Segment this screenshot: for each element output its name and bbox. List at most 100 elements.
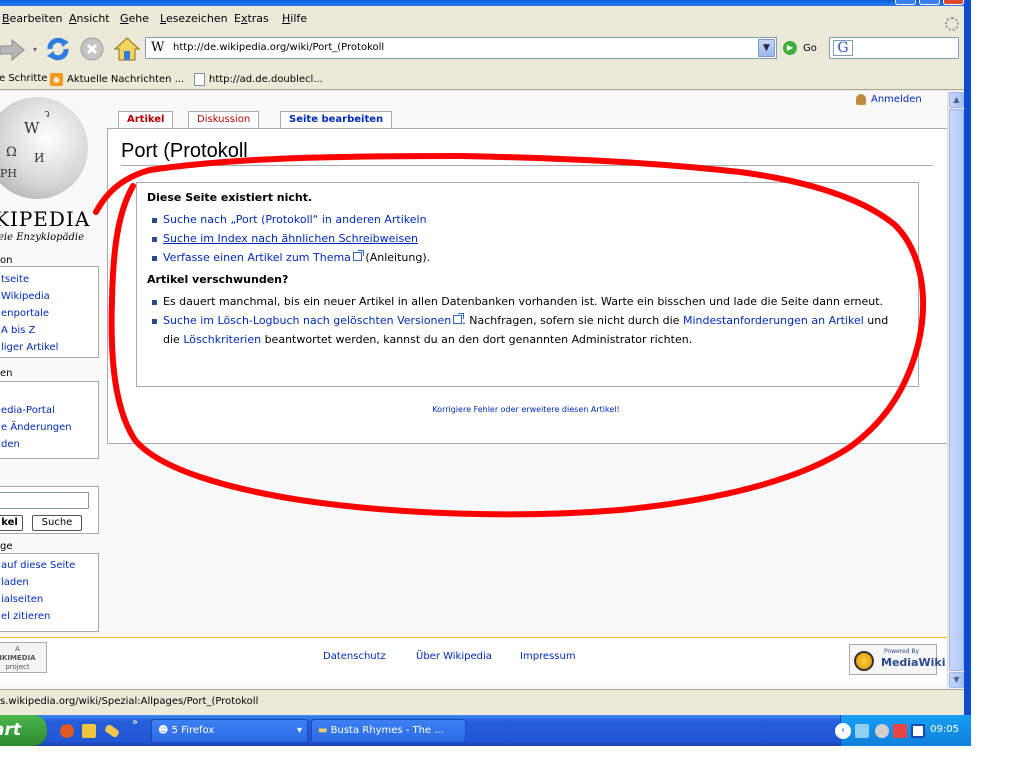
tab-diskussion[interactable]: Diskussion: [188, 111, 260, 128]
quicklaunch-more-chevron-icon[interactable]: »: [132, 717, 138, 728]
taskbar-item-firefox[interactable]: ☻ 5 Firefox ▾: [151, 719, 308, 743]
reload-icon[interactable]: [44, 35, 72, 63]
menu-hilfe[interactable]: Hilfe: [282, 12, 307, 25]
nav-link-hauptseite[interactable]: tseite: [0, 271, 98, 288]
bookmark-erste-schritte[interactable]: e Schritte: [0, 73, 47, 84]
list-item: Suche im Index nach ähnlichen Schreibwei…: [147, 229, 908, 248]
sidebar-search-portlet: kel Suche: [0, 486, 99, 534]
external-link-icon: [352, 250, 364, 261]
tool-link-artikel-zitieren[interactable]: el zitieren: [0, 608, 98, 625]
system-tray: ‹ 09:05: [835, 715, 971, 746]
close-button[interactable]: [943, 0, 964, 5]
minimum-requirements-link[interactable]: Mindestanforderungen an Artikel: [683, 314, 864, 327]
nav-link-letzte-aenderungen[interactable]: e Änderungen: [0, 419, 98, 436]
firefox-window: Bearbeiten Ansicht Gehe Lesezeichen Extr…: [0, 0, 971, 715]
tray-collapse-arrow-icon[interactable]: ‹: [835, 723, 851, 739]
artikel-button[interactable]: kel: [0, 515, 23, 531]
menu-lesezeichen[interactable]: Lesezeichen: [160, 12, 228, 25]
list-item: Es dauert manchmal, bis ein neuer Artike…: [147, 292, 908, 311]
vertical-scrollbar[interactable]: ▲ ▼: [947, 91, 964, 689]
sidebar-search-input[interactable]: [0, 492, 89, 509]
bookmark-aktuelle-nachrichten[interactable]: ◉ Aktuelle Nachrichten ...: [50, 73, 184, 86]
stop-icon[interactable]: [79, 36, 105, 62]
menu-ansicht[interactable]: Ansicht: [69, 12, 110, 25]
tab-label: Artikel: [127, 114, 165, 125]
tool-link-hochladen[interactable]: laden: [0, 574, 98, 591]
wait-text: Es dauert manchmal, bis ein neuer Artike…: [163, 295, 884, 308]
create-article-link[interactable]: Verfasse einen Artikel zum Thema: [163, 251, 351, 264]
nav-link-ueber-wikipedia[interactable]: Wikipedia: [0, 288, 98, 305]
login-link[interactable]: Anmelden: [856, 94, 922, 105]
menu-gehe[interactable]: Gehe: [120, 12, 149, 25]
search-other-articles-link[interactable]: Suche nach „Port (Protokoll“ in anderen …: [163, 213, 427, 226]
firefox-task-icon: ☻: [158, 725, 172, 736]
volume-tray-icon[interactable]: [875, 724, 889, 738]
menu-bearbeiten[interactable]: Bearbeiten: [2, 12, 62, 25]
wikimedia-project-logo[interactable]: A IKIMEDIA project: [0, 642, 47, 673]
wm-logo-mark: A: [15, 645, 20, 653]
start-button[interactable]: art: [0, 715, 47, 746]
status-text: s.wikipedia.org/wiki/Spezial:Allpages/Po…: [0, 696, 259, 707]
bookmark-label: e Schritte: [0, 73, 48, 84]
folder-icon: ▬: [318, 725, 331, 736]
deletion-criteria-link[interactable]: Löschkriterien: [183, 333, 261, 346]
minimize-button[interactable]: [895, 0, 916, 5]
search-engine-field[interactable]: G: [829, 37, 959, 59]
vanished-list: Es dauert manchmal, bis ein neuer Artike…: [147, 292, 908, 349]
navigation-portlet: tseite Wikipedia enportale A bis Z liger…: [0, 266, 99, 358]
fix-errors-link[interactable]: Korrigiere Fehler oder erweitere diesen …: [108, 405, 944, 414]
deletion-log-link[interactable]: Suche im Lösch-Logbuch nach gelöschten V…: [163, 314, 451, 327]
network-tray-icon[interactable]: [855, 724, 869, 738]
nav-link-themenportale[interactable]: enportale: [0, 305, 98, 322]
vanished-title: Artikel verschwunden?: [147, 273, 289, 286]
vlc-quicklaunch-icon[interactable]: [82, 724, 96, 738]
scroll-up-arrow-icon[interactable]: ▲: [949, 92, 964, 108]
url-field[interactable]: W http://de.wikipedia.org/wiki/Port_(Pro…: [145, 37, 777, 59]
inquiry-text-3: beantwortet werden, kannst du an den dor…: [261, 333, 693, 346]
wm-project-text: project: [5, 663, 30, 671]
go-button[interactable]: ▶ Go: [783, 41, 817, 55]
participate-heading: en: [0, 368, 13, 379]
suche-button[interactable]: Suche: [32, 515, 82, 531]
url-history-dropdown-icon[interactable]: ▼: [758, 39, 775, 57]
nav-link-a-bis-z[interactable]: A bis Z: [0, 322, 98, 339]
bookmark-doubleclick[interactable]: http://ad.de.doublecl...: [194, 73, 323, 86]
powered-by-text: Powered By: [884, 648, 920, 655]
search-index-link[interactable]: Suche im Index nach ähnlichen Schreibwei…: [163, 232, 418, 245]
url-text: http://de.wikipedia.org/wiki/Port_(Proto…: [173, 42, 385, 53]
quicklaunch-tool-icon[interactable]: [103, 723, 121, 739]
tool-link-links-auf-diese-seite[interactable]: auf diese Seite: [0, 557, 98, 574]
firefox-quicklaunch-icon[interactable]: [60, 724, 74, 738]
scrollbar-thumb[interactable]: [949, 109, 964, 671]
nav-link-wikipedia-portal[interactable]: edia-Portal: [0, 402, 98, 419]
mediawiki-text: MediaWiki: [881, 656, 946, 669]
forward-arrow-icon[interactable]: [0, 37, 28, 63]
user-icon: [856, 94, 866, 105]
footer-datenschutz-link[interactable]: Datenschutz: [323, 651, 386, 662]
list-item: Suche nach „Port (Protokoll“ in anderen …: [147, 210, 908, 229]
app-tray-icon[interactable]: [911, 724, 925, 738]
site-favicon-icon: W: [151, 40, 165, 55]
nav-link-zufaelliger-artikel[interactable]: liger Artikel: [0, 339, 98, 356]
menu-extras[interactable]: Extras: [234, 12, 269, 25]
maximize-button[interactable]: [919, 0, 940, 5]
footer-ueber-wikipedia-link[interactable]: Über Wikipedia: [416, 651, 492, 662]
anleitung-link[interactable]: (Anleitung).: [365, 251, 430, 264]
forward-dropdown-icon[interactable]: ▾: [30, 42, 40, 56]
wikipedia-logo[interactable]: W Ω И ว PH KIPEDIA eie Enzyklopädie: [0, 91, 110, 251]
scroll-down-arrow-icon[interactable]: ▼: [949, 672, 964, 688]
home-icon[interactable]: [113, 35, 141, 63]
security-tray-icon[interactable]: [893, 724, 907, 738]
inquiry-text: . Nachfragen, sofern sie nicht durch die: [462, 314, 683, 327]
tool-link-spezialseiten[interactable]: ialseiten: [0, 591, 98, 608]
powered-by-mediawiki-badge[interactable]: Powered By MediaWiki: [849, 644, 945, 675]
nav-link-spenden[interactable]: den: [0, 436, 98, 453]
tab-artikel[interactable]: Artikel: [118, 111, 174, 129]
google-engine-icon[interactable]: G: [833, 40, 853, 56]
logo-title: KIPEDIA: [0, 207, 91, 231]
tab-seite-bearbeiten[interactable]: Seite bearbeiten: [280, 111, 393, 128]
tools-portlet: auf diese Seite laden ialseiten el zitie…: [0, 553, 99, 632]
taskbar-item-folder[interactable]: ▬ Busta Rhymes - The ...: [311, 719, 466, 743]
footer-impressum-link[interactable]: Impressum: [520, 651, 576, 662]
start-label: art: [0, 720, 21, 740]
